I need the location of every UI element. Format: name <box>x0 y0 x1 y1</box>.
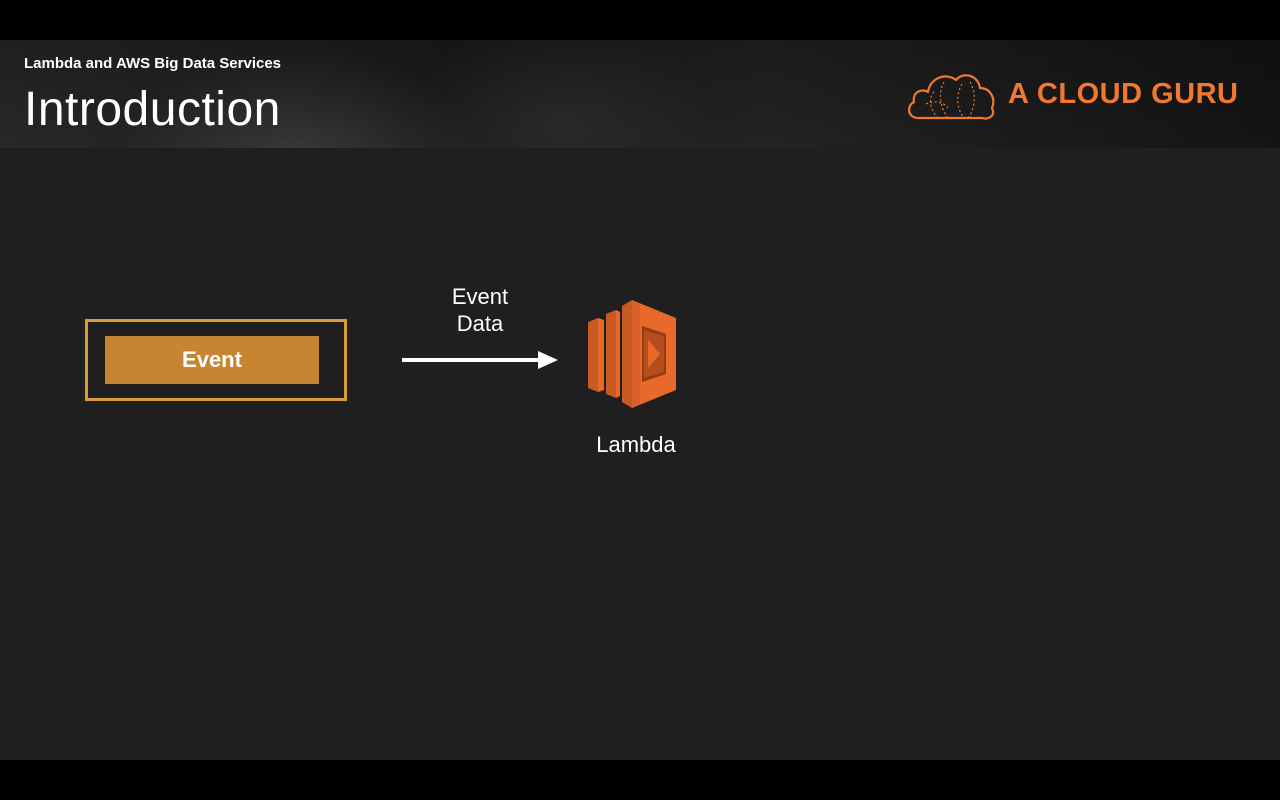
slide: Lambda and AWS Big Data Services Introdu… <box>0 40 1280 760</box>
logo: A CLOUD GURU <box>904 68 1244 122</box>
header-banner: Lambda and AWS Big Data Services Introdu… <box>0 40 1280 148</box>
arrow-label: Event Data <box>420 283 540 337</box>
lambda-label: Lambda <box>596 432 676 457</box>
arrow-right-icon <box>402 351 558 369</box>
letterbox-top <box>0 0 1280 40</box>
course-title: Lambda and AWS Big Data Services <box>24 55 282 72</box>
letterbox-bottom <box>0 760 1280 800</box>
cloud-icon <box>908 74 995 120</box>
event-box: Event <box>105 336 319 384</box>
aws-lambda-icon <box>588 300 676 408</box>
logo-text: A CLOUD GURU <box>1008 78 1239 110</box>
arrow-label-line2: Data <box>456 311 504 336</box>
arrow-label-line1: Event <box>451 284 509 309</box>
event-frame: Event <box>85 319 347 401</box>
slide-title: Introduction <box>24 83 281 136</box>
